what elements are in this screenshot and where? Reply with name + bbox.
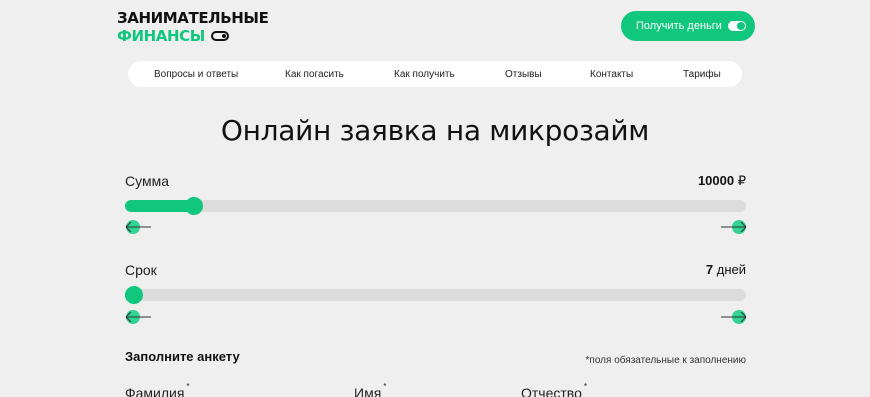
nav-item-how-to-get[interactable]: Как получить xyxy=(394,69,455,80)
name-label-text: Имя xyxy=(354,385,382,397)
required-mark: * xyxy=(383,382,387,391)
required-mark: * xyxy=(583,382,587,391)
term-label: Срок xyxy=(125,262,157,278)
required-mark: * xyxy=(186,382,190,391)
page-title: Онлайн заявка на микрозайм xyxy=(220,114,650,147)
term-number: 7 xyxy=(705,262,714,277)
logo-line-2: ФИНАНСЫ xyxy=(117,27,205,45)
toggle-icon xyxy=(728,21,746,31)
top-nav: Вопросы и ответы Как погасить Как получи… xyxy=(128,61,742,87)
get-money-button-label: Получить деньги xyxy=(636,20,722,32)
amount-value: 10000 ₽ xyxy=(698,173,746,189)
term-slider-thumb[interactable] xyxy=(125,286,143,304)
surname-label-text: Фамилия xyxy=(125,385,185,397)
amount-decrease-arrow-icon[interactable] xyxy=(125,220,151,234)
name-field-label: Имя * xyxy=(354,382,386,397)
amount-increase-arrow-icon[interactable] xyxy=(721,220,747,234)
term-slider-track[interactable] xyxy=(125,286,746,304)
surname-field-label: Фамилия * xyxy=(125,382,190,397)
nav-item-reviews[interactable]: Отзывы xyxy=(505,69,542,80)
amount-slider-track[interactable] xyxy=(125,197,746,215)
amount-label: Сумма xyxy=(125,173,169,189)
logo[interactable]: ЗАНИМАТЕЛЬНЫЕ ФИНАНСЫ xyxy=(117,9,269,45)
nav-item-tariffs[interactable]: Тарифы xyxy=(683,69,721,80)
toggle-icon xyxy=(210,31,229,41)
term-decrease-arrow-icon[interactable] xyxy=(125,310,151,324)
required-fields-note: *поля обязательные к заполнению xyxy=(585,355,746,366)
amount-slider-thumb[interactable] xyxy=(185,197,203,215)
get-money-button[interactable]: Получить деньги xyxy=(621,11,755,41)
term-increase-arrow-icon[interactable] xyxy=(721,310,747,324)
form-title: Заполните анкету xyxy=(125,349,240,364)
patronymic-label-text: Отчество xyxy=(521,385,582,397)
amount-unit: ₽ xyxy=(737,173,746,188)
logo-line-1: ЗАНИМАТЕЛЬНЫЕ xyxy=(117,9,269,27)
patronymic-field-label: Отчество * xyxy=(521,382,587,397)
amount-number: 10000 xyxy=(697,173,735,188)
nav-item-faq[interactable]: Вопросы и ответы xyxy=(154,69,238,80)
term-value: 7 дней xyxy=(706,262,746,277)
term-unit: дней xyxy=(716,262,746,277)
nav-item-contacts[interactable]: Контакты xyxy=(590,69,633,80)
nav-item-how-to-repay[interactable]: Как погасить xyxy=(285,69,344,80)
